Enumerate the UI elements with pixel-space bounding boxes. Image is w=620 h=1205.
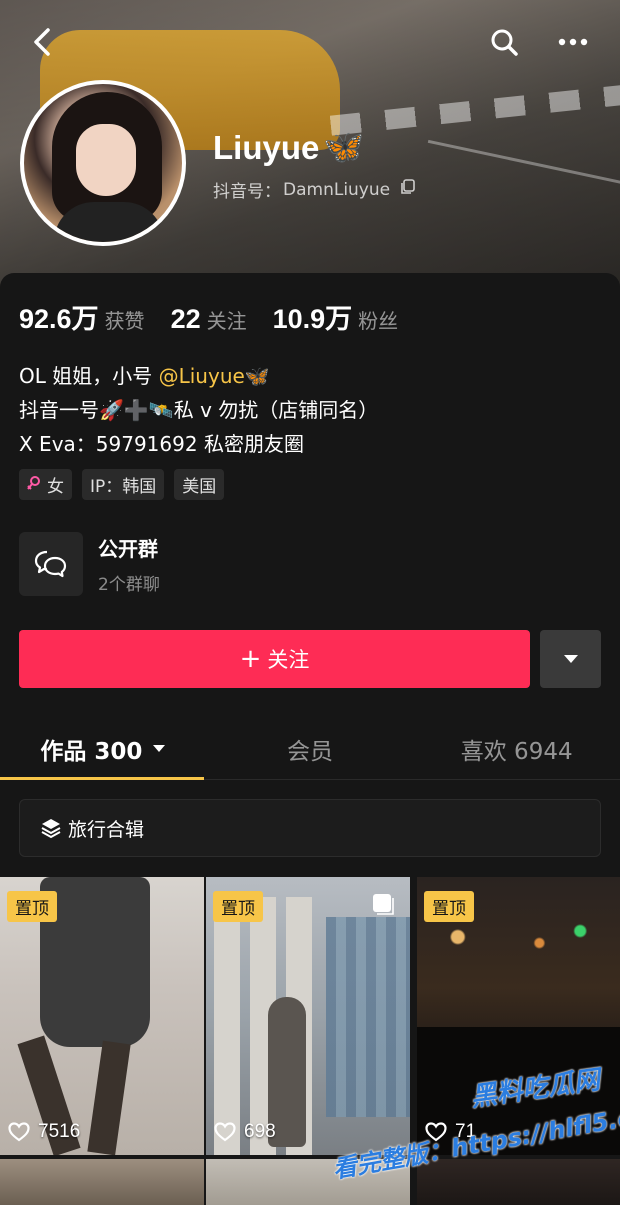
cover-crosswalk-shape xyxy=(329,84,620,136)
public-group[interactable]: 公开群 2个群聊 xyxy=(19,532,160,596)
copy-icon[interactable] xyxy=(400,179,416,200)
profile-tags: 女 IP：韩国 美国 xyxy=(19,469,225,500)
douyin-id-label: 抖音号： xyxy=(213,182,281,202)
tag-text: 美国 xyxy=(182,477,217,497)
rocket-emoji: 🚀 xyxy=(99,398,124,422)
tag-location: 美国 xyxy=(174,469,225,500)
tab-likes[interactable]: 喜欢 6944 xyxy=(413,718,620,779)
bio-text: 私 v 勿扰（店铺同名） xyxy=(173,398,379,422)
female-icon xyxy=(27,475,41,495)
group-title: 公开群 xyxy=(98,537,158,561)
stat-value: 10.9万 xyxy=(272,304,353,334)
collection-travel[interactable]: 旅行合辑 xyxy=(19,799,601,857)
douyin-id-value: DamnLiuyue xyxy=(283,179,391,200)
bio-line-2: 抖音一号🚀➕🛰️私 v 勿扰（店铺同名） xyxy=(19,393,378,427)
bio-line-3: X Eva：59791692 私密朋友圈 xyxy=(19,432,304,456)
caret-down-icon xyxy=(153,745,166,752)
stat-likes[interactable]: 92.6万 获赞 xyxy=(19,297,145,336)
follow-button[interactable]: + 关注 xyxy=(19,630,530,688)
stat-label: 关注 xyxy=(206,309,247,333)
douyin-id: 抖音号： DamnLiuyue xyxy=(213,177,416,202)
bio: OL 姐姐，小号 @Liuyue🦋 抖音一号🚀➕🛰️私 v 勿扰（店铺同名） X… xyxy=(19,359,378,461)
nickname: Liuyue 🦋 xyxy=(213,128,364,167)
plus-icon: + xyxy=(239,644,262,674)
group-icon-box xyxy=(19,532,83,596)
avatar[interactable] xyxy=(20,80,186,246)
tab-label: 喜欢 6944 xyxy=(460,738,573,765)
collection-label: 旅行合辑 xyxy=(68,818,145,841)
tag-text: 女 xyxy=(47,477,64,497)
more-dots-icon xyxy=(558,38,588,46)
stat-value: 22 xyxy=(170,304,201,334)
follow-options-button[interactable] xyxy=(540,630,601,688)
profile-panel: 92.6万 获赞 22 关注 10.9万 粉丝 OL 姐姐，小号 @Liuyue… xyxy=(0,273,620,1205)
chevron-left-icon xyxy=(34,28,50,56)
profile-tabs: 作品 300 会员 喜欢 6944 xyxy=(0,718,620,780)
satellite-emoji: 🛰️ xyxy=(148,398,174,422)
video-thumbnail[interactable] xyxy=(0,1159,204,1205)
back-button[interactable] xyxy=(22,22,62,62)
search-icon xyxy=(491,29,518,56)
video-likes: 7516 xyxy=(8,1121,80,1143)
pinned-badge: 置顶 xyxy=(213,891,263,922)
tab-works[interactable]: 作品 300 xyxy=(0,718,207,780)
video-likes: 698 xyxy=(214,1121,276,1143)
group-subtitle: 2个群聊 xyxy=(98,575,160,595)
butterfly-emoji: 🦋 xyxy=(323,128,365,165)
layers-icon xyxy=(41,819,61,839)
tab-label: 会员 xyxy=(287,738,333,765)
follow-label: 关注 xyxy=(267,648,310,672)
pinned-badge: 置顶 xyxy=(7,891,57,922)
search-button[interactable] xyxy=(484,22,524,62)
video-thumbnail[interactable]: 置顶 7516 xyxy=(0,877,204,1155)
caret-down-icon xyxy=(563,655,578,663)
tag-gender: 女 xyxy=(19,469,72,500)
bio-line-1: OL 姐姐，小号 @Liuyue🦋 xyxy=(19,359,378,393)
tab-member[interactable]: 会员 xyxy=(207,718,414,779)
cover-road-marking xyxy=(415,139,620,241)
video-thumbnail[interactable]: 置顶 698 xyxy=(206,877,410,1155)
more-button[interactable] xyxy=(553,22,593,62)
stats-row: 92.6万 获赞 22 关注 10.9万 粉丝 xyxy=(19,297,424,336)
video-thumbnail[interactable] xyxy=(417,1159,620,1205)
tag-text: IP：韩国 xyxy=(90,477,157,497)
heart-icon xyxy=(214,1122,236,1142)
likes-count: 698 xyxy=(244,1121,276,1142)
stat-label: 获赞 xyxy=(104,309,145,333)
stat-followers[interactable]: 10.9万 粉丝 xyxy=(273,297,399,336)
bio-text: OL 姐姐，小号 xyxy=(19,364,159,388)
tab-label: 作品 300 xyxy=(40,738,143,765)
bio-mention-link[interactable]: @Liuyue xyxy=(159,364,245,388)
multi-image-icon xyxy=(372,893,394,919)
stat-following[interactable]: 22 关注 xyxy=(171,304,247,335)
butterfly-emoji: 🦋 xyxy=(244,364,270,388)
plus-emoji: ➕ xyxy=(123,398,149,422)
heart-icon xyxy=(8,1122,30,1142)
stat-value: 92.6万 xyxy=(19,304,99,334)
chat-group-icon xyxy=(34,550,67,578)
likes-count: 7516 xyxy=(38,1121,81,1142)
tag-ip: IP：韩国 xyxy=(82,469,165,500)
nickname-text: Liuyue xyxy=(213,128,320,166)
bio-text: 抖音一号 xyxy=(19,398,99,422)
stat-label: 粉丝 xyxy=(358,309,399,333)
pinned-badge: 置顶 xyxy=(424,891,474,922)
